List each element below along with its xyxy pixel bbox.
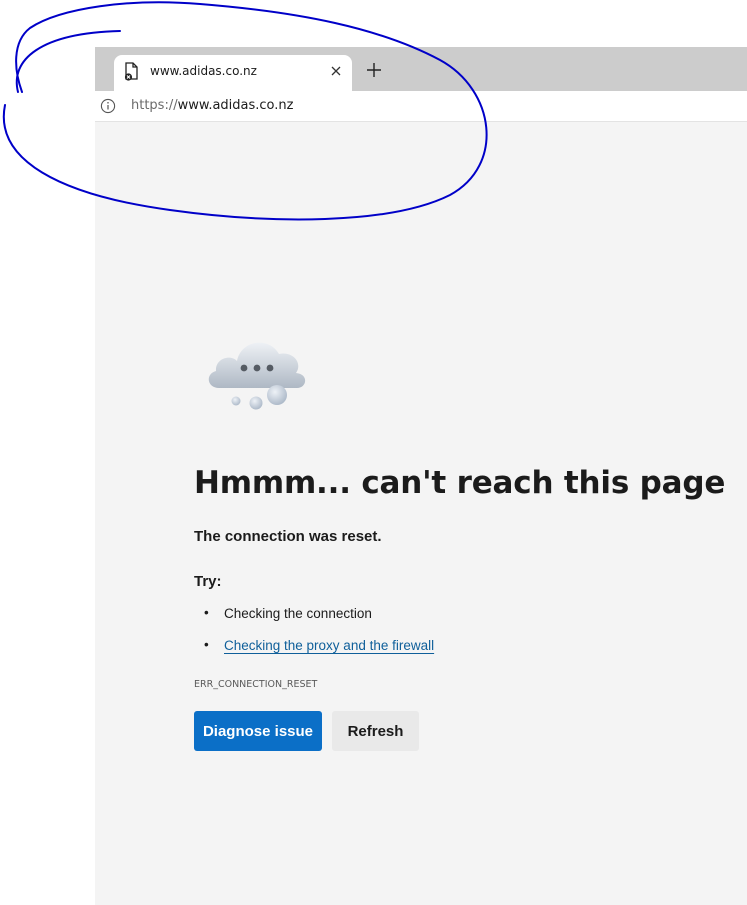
close-icon[interactable] <box>329 64 343 78</box>
browser-window: www.adidas.co.nz https://www.adidas.co.n… <box>95 47 747 905</box>
cloud-icon <box>208 342 306 410</box>
tab-title: www.adidas.co.nz <box>150 64 257 78</box>
bullet: • <box>204 637 209 652</box>
tab-active[interactable]: www.adidas.co.nz <box>114 55 352 91</box>
suggestion-check-connection: Checking the connection <box>224 606 372 621</box>
error-heading: Hmmm... can't reach this page <box>194 465 726 501</box>
url-scheme: https:// <box>131 98 178 113</box>
diagnose-issue-button[interactable]: Diagnose issue <box>194 711 322 751</box>
error-code: ERR_CONNECTION_RESET <box>194 679 318 690</box>
plus-icon[interactable] <box>365 61 383 79</box>
refresh-button[interactable]: Refresh <box>332 711 419 751</box>
info-icon[interactable] <box>100 98 116 114</box>
bullet: • <box>204 605 209 620</box>
address-bar[interactable]: https://www.adidas.co.nz <box>95 91 747 122</box>
error-page-icon <box>124 62 138 81</box>
proxy-firewall-link[interactable]: Checking the proxy and the firewall <box>224 638 434 653</box>
url-host: www.adidas.co.nz <box>177 98 294 113</box>
error-reason: The connection was reset. <box>194 528 382 545</box>
try-label: Try: <box>194 573 222 590</box>
url-text[interactable]: https://www.adidas.co.nz <box>131 98 293 113</box>
tab-strip: www.adidas.co.nz <box>95 47 747 91</box>
